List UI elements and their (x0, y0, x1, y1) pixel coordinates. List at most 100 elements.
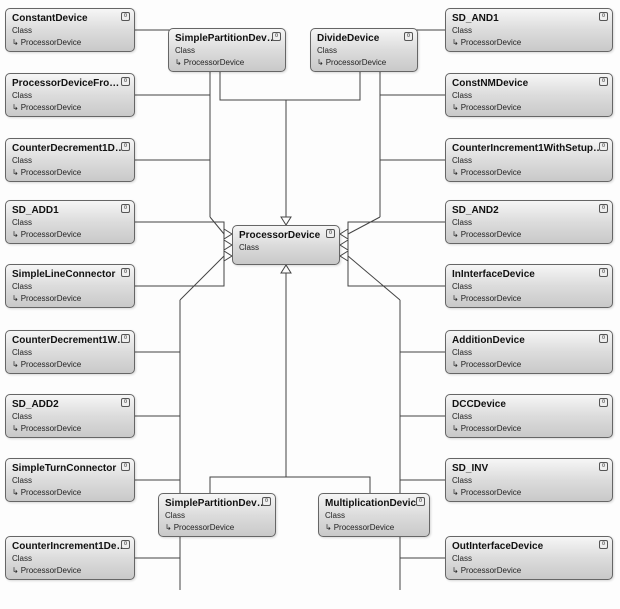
collapse-icon[interactable]: ¤ (599, 77, 608, 86)
node-left-2[interactable]: CounterDecrement1Device Class ↳Processor… (5, 138, 135, 182)
node-right-1[interactable]: ConstNMDevice Class ↳ProcessorDevice ¤ (445, 73, 613, 117)
node-title: SimplePartitionDevice2 (165, 498, 269, 510)
collapse-icon[interactable]: ¤ (121, 12, 130, 21)
node-top-1[interactable]: DivideDevice Class ↳ProcessorDevice ¤ (310, 28, 418, 72)
parent-rel-text: ProcessorDevice (461, 38, 521, 47)
node-stereo: Class (12, 554, 128, 564)
node-title: OutInterfaceDevice (452, 541, 606, 553)
arrow-icon: ↳ (452, 230, 459, 240)
node-rel: ↳ProcessorDevice (452, 360, 606, 370)
node-left-1[interactable]: ProcessorDeviceFromFile Class ↳Processor… (5, 73, 135, 117)
collapse-icon[interactable]: ¤ (121, 398, 130, 407)
node-right-2[interactable]: CounterIncrement1WithSetupDevice Class ↳… (445, 138, 613, 182)
parent-rel-text: ProcessorDevice (461, 230, 521, 239)
collapse-icon[interactable]: ¤ (121, 204, 130, 213)
node-right-7[interactable]: SD_INV Class ↳ProcessorDevice ¤ (445, 458, 613, 502)
node-title: DCCDevice (452, 399, 606, 411)
node-right-5[interactable]: AdditionDevice Class ↳ProcessorDevice ¤ (445, 330, 613, 374)
collapse-icon[interactable]: ¤ (121, 142, 130, 151)
node-right-6[interactable]: DCCDevice Class ↳ProcessorDevice ¤ (445, 394, 613, 438)
node-right-0[interactable]: SD_AND1 Class ↳ProcessorDevice ¤ (445, 8, 613, 52)
arrow-icon: ↳ (452, 103, 459, 113)
parent-rel-text: ProcessorDevice (461, 168, 521, 177)
node-rel: ↳ProcessorDevice (452, 103, 606, 113)
node-stereo: Class (452, 91, 606, 101)
center-stereo: Class (239, 243, 333, 253)
collapse-icon[interactable]: ¤ (121, 268, 130, 277)
node-bottom-0[interactable]: SimplePartitionDevice2 Class ↳ProcessorD… (158, 493, 276, 537)
parent-rel-text: ProcessorDevice (326, 58, 386, 67)
node-stereo: Class (12, 412, 128, 422)
node-title: SD_INV (452, 463, 606, 475)
node-right-4[interactable]: InInterfaceDevice Class ↳ProcessorDevice… (445, 264, 613, 308)
collapse-icon[interactable]: ¤ (599, 12, 608, 21)
collapse-icon[interactable]: ¤ (599, 540, 608, 549)
node-top-0[interactable]: SimplePartitionDevice1 Class ↳ProcessorD… (168, 28, 286, 72)
node-rel: ↳ProcessorDevice (12, 294, 128, 304)
node-left-0[interactable]: ConstantDevice Class ↳ProcessorDevice ¤ (5, 8, 135, 52)
parent-rel-text: ProcessorDevice (21, 230, 81, 239)
collapse-icon[interactable]: ¤ (416, 497, 425, 506)
node-left-7[interactable]: SimpleTurnConnector Class ↳ProcessorDevi… (5, 458, 135, 502)
node-stereo: Class (452, 218, 606, 228)
node-left-4[interactable]: SimpleLineConnector Class ↳ProcessorDevi… (5, 264, 135, 308)
node-stereo: Class (452, 348, 606, 358)
collapse-icon[interactable]: ¤ (599, 462, 608, 471)
node-title: MultiplicationDevice (325, 498, 423, 510)
collapse-icon[interactable]: ¤ (599, 142, 608, 151)
node-stereo: Class (12, 156, 128, 166)
parent-rel-text: ProcessorDevice (21, 360, 81, 369)
collapse-icon[interactable]: ¤ (599, 268, 608, 277)
arrow-icon: ↳ (12, 168, 19, 178)
collapse-icon[interactable]: ¤ (404, 32, 413, 41)
collapse-icon[interactable]: ¤ (121, 462, 130, 471)
arrow-icon: ↳ (12, 566, 19, 576)
node-stereo: Class (12, 91, 128, 101)
collapse-icon[interactable]: ¤ (272, 32, 281, 41)
node-stereo: Class (452, 26, 606, 36)
node-processor-device[interactable]: ProcessorDevice Class ¤ (232, 225, 340, 265)
parent-rel-text: ProcessorDevice (21, 488, 81, 497)
arrow-icon: ↳ (325, 523, 332, 533)
node-stereo: Class (317, 46, 411, 56)
node-left-3[interactable]: SD_ADD1 Class ↳ProcessorDevice ¤ (5, 200, 135, 244)
arrow-icon: ↳ (175, 58, 182, 68)
collapse-icon[interactable]: ¤ (121, 77, 130, 86)
node-stereo: Class (165, 511, 269, 521)
node-rel: ↳ProcessorDevice (12, 230, 128, 240)
parent-rel-text: ProcessorDevice (461, 488, 521, 497)
collapse-icon[interactable]: ¤ (262, 497, 271, 506)
collapse-icon[interactable]: ¤ (599, 204, 608, 213)
parent-rel-text: ProcessorDevice (334, 523, 394, 532)
node-right-8[interactable]: OutInterfaceDevice Class ↳ProcessorDevic… (445, 536, 613, 580)
parent-rel-text: ProcessorDevice (461, 294, 521, 303)
node-left-8[interactable]: CounterIncrement1Device Class ↳Processor… (5, 536, 135, 580)
arrow-icon: ↳ (12, 230, 19, 240)
node-title: SD_ADD2 (12, 399, 128, 411)
arrow-icon: ↳ (12, 38, 19, 48)
arrow-icon: ↳ (12, 488, 19, 498)
parent-rel-text: ProcessorDevice (184, 58, 244, 67)
collapse-icon[interactable]: ¤ (326, 229, 335, 238)
collapse-icon[interactable]: ¤ (599, 334, 608, 343)
node-stereo: Class (12, 282, 128, 292)
collapse-icon[interactable]: ¤ (599, 398, 608, 407)
node-rel: ↳ProcessorDevice (12, 360, 128, 370)
arrow-icon: ↳ (452, 566, 459, 576)
arrow-icon: ↳ (452, 38, 459, 48)
collapse-icon[interactable]: ¤ (121, 540, 130, 549)
node-rel: ↳ProcessorDevice (452, 488, 606, 498)
node-rel: ↳ProcessorDevice (452, 230, 606, 240)
arrow-icon: ↳ (452, 168, 459, 178)
node-left-5[interactable]: CounterDecrement1With... Class ↳Processo… (5, 330, 135, 374)
collapse-icon[interactable]: ¤ (121, 334, 130, 343)
arrow-icon: ↳ (12, 294, 19, 304)
arrow-icon: ↳ (12, 360, 19, 370)
node-bottom-1[interactable]: MultiplicationDevice Class ↳ProcessorDev… (318, 493, 430, 537)
node-stereo: Class (452, 282, 606, 292)
node-right-3[interactable]: SD_AND2 Class ↳ProcessorDevice ¤ (445, 200, 613, 244)
parent-rel-text: ProcessorDevice (174, 523, 234, 532)
node-title: ConstantDevice (12, 13, 128, 25)
node-left-6[interactable]: SD_ADD2 Class ↳ProcessorDevice ¤ (5, 394, 135, 438)
parent-rel-text: ProcessorDevice (21, 38, 81, 47)
